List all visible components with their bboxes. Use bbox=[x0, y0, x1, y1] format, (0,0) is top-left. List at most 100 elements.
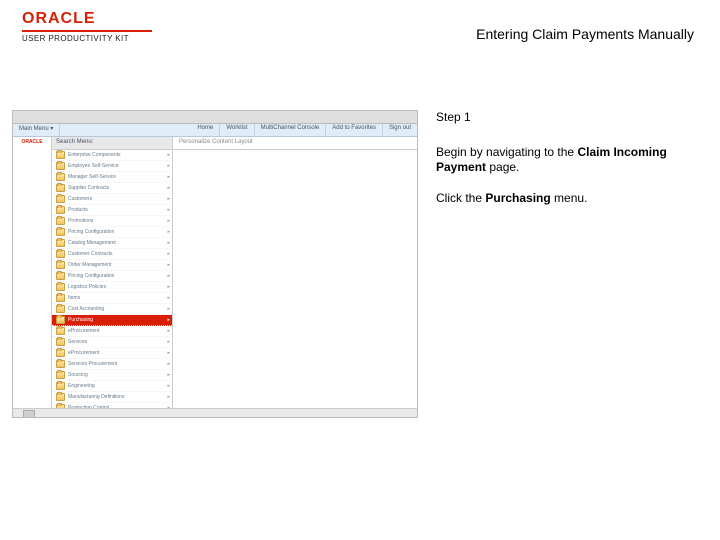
nav-item-label: Enterprise Components bbox=[68, 151, 121, 160]
nav-item[interactable]: Supplier Contracts ▸ bbox=[52, 183, 172, 194]
folder-icon bbox=[56, 162, 65, 170]
nav-item[interactable]: Promotions▸ bbox=[52, 216, 172, 227]
nav-item[interactable]: eProcurement ▸ bbox=[52, 348, 172, 359]
oracle-logo: ORACLE USER PRODUCTIVITY KIT bbox=[22, 10, 152, 43]
nav-item-label: Manager Self-Service bbox=[68, 173, 116, 182]
nav-item[interactable]: Catalog Management▸ bbox=[52, 238, 172, 249]
nav-item[interactable]: Pricing Configuration▸ bbox=[52, 227, 172, 238]
nav-item[interactable]: Customers▸ bbox=[52, 194, 172, 205]
nav-item-label: Logistics Policies bbox=[68, 283, 106, 292]
folder-icon bbox=[56, 338, 65, 346]
folder-icon bbox=[56, 173, 65, 181]
nav-item-label: Sourcing bbox=[68, 371, 88, 380]
nav-item-purchasing[interactable]: Purchasing ▸ bbox=[52, 315, 172, 326]
chevron-right-icon: ▸ bbox=[167, 371, 170, 380]
folder-icon bbox=[56, 283, 65, 291]
folder-icon bbox=[56, 382, 65, 390]
chevron-right-icon: ▸ bbox=[167, 393, 170, 402]
chevron-right-icon: ▸ bbox=[167, 316, 170, 325]
content-area: Main Menu ▾ HomeWorklistMultiChannel Con… bbox=[12, 110, 696, 418]
folder-icon bbox=[56, 349, 65, 357]
nav-menu: Search Menu: Enterprise Components▸Emplo… bbox=[52, 137, 173, 418]
nav-item-label: Catalog Management bbox=[68, 239, 116, 248]
scrollbar-thumb[interactable] bbox=[23, 410, 35, 418]
folder-icon bbox=[56, 316, 65, 324]
folder-icon bbox=[56, 217, 65, 225]
chevron-right-icon: ▸ bbox=[167, 272, 170, 281]
nav-item[interactable]: Cost Accounting ▸ bbox=[52, 304, 172, 315]
nav-item-label: Purchasing bbox=[68, 316, 93, 325]
nav-item-label: Services Procurement bbox=[68, 360, 117, 369]
upk-subtext: USER PRODUCTIVITY KIT bbox=[22, 34, 152, 43]
chevron-right-icon: ▸ bbox=[167, 261, 170, 270]
logo-underline bbox=[22, 30, 152, 32]
nav-item[interactable]: Items ▸ bbox=[52, 293, 172, 304]
folder-icon bbox=[56, 327, 65, 335]
chevron-right-icon: ▸ bbox=[167, 162, 170, 171]
chevron-right-icon: ▸ bbox=[167, 349, 170, 358]
main-panel-header: Personalize Content Layout bbox=[173, 137, 417, 150]
nav-item-label: Supplier Contracts bbox=[68, 184, 109, 193]
top-tab[interactable]: MultiChannel Console bbox=[255, 124, 327, 136]
folder-icon bbox=[56, 239, 65, 247]
chevron-right-icon: ▸ bbox=[167, 250, 170, 259]
folder-icon bbox=[56, 305, 65, 313]
folder-icon bbox=[56, 393, 65, 401]
nav-item[interactable]: Customer Contracts▸ bbox=[52, 249, 172, 260]
chevron-right-icon: ▸ bbox=[167, 206, 170, 215]
top-tab[interactable]: Worklist bbox=[220, 124, 254, 136]
nav-search-label: Search Menu: bbox=[52, 137, 172, 150]
top-tab[interactable]: Add to Favorites bbox=[326, 124, 383, 136]
nav-item[interactable]: Order Management▸ bbox=[52, 260, 172, 271]
folder-icon bbox=[56, 371, 65, 379]
app-screenshot: Main Menu ▾ HomeWorklistMultiChannel Con… bbox=[12, 110, 418, 418]
nav-item-label: Services bbox=[68, 338, 87, 347]
folder-icon bbox=[56, 184, 65, 192]
chevron-right-icon: ▸ bbox=[167, 151, 170, 160]
folder-icon bbox=[56, 294, 65, 302]
folder-icon bbox=[56, 206, 65, 214]
instruction-line-2: Click the Purchasing menu. bbox=[436, 191, 696, 206]
chevron-right-icon: ▸ bbox=[167, 294, 170, 303]
nav-item[interactable]: Sourcing ▸ bbox=[52, 370, 172, 381]
nav-item[interactable]: Products▸ bbox=[52, 205, 172, 216]
instruction-line-1: Begin by navigating to the Claim Incomin… bbox=[436, 145, 696, 175]
app-topbar: Main Menu ▾ HomeWorklistMultiChannel Con… bbox=[13, 124, 417, 137]
folder-icon bbox=[56, 250, 65, 258]
page-title: Entering Claim Payments Manually bbox=[476, 26, 694, 42]
nav-item[interactable]: Enterprise Components ▸ bbox=[52, 150, 172, 161]
nav-item[interactable]: Manager Self-Service▸ bbox=[52, 172, 172, 183]
nav-item[interactable]: Manufacturing Definitions ▸ bbox=[52, 392, 172, 403]
folder-icon bbox=[56, 228, 65, 236]
horizontal-scrollbar[interactable] bbox=[13, 408, 417, 417]
main-menu-dropdown[interactable]: Main Menu ▾ bbox=[13, 124, 60, 136]
nav-item[interactable]: Engineering▸ bbox=[52, 381, 172, 392]
nav-item-label: Engineering bbox=[68, 382, 95, 391]
nav-item-label: eProcurement bbox=[68, 349, 99, 358]
folder-icon bbox=[56, 360, 65, 368]
chevron-right-icon: ▸ bbox=[167, 184, 170, 193]
nav-item[interactable]: Services Procurement ▸ bbox=[52, 359, 172, 370]
nav-item-label: Manufacturing Definitions bbox=[68, 393, 124, 402]
instruction-panel: Step 1 Begin by navigating to the Claim … bbox=[436, 110, 696, 418]
nav-item[interactable]: Services▸ bbox=[52, 337, 172, 348]
nav-item-label: eProcurement bbox=[68, 327, 99, 336]
top-tab[interactable]: Home bbox=[191, 124, 220, 136]
nav-item-label: Promotions bbox=[68, 217, 93, 226]
signout-link[interactable]: Sign out bbox=[383, 124, 417, 136]
main-panel: Personalize Content Layout bbox=[173, 137, 417, 418]
folder-icon bbox=[56, 261, 65, 269]
nav-item-label: Cost Accounting bbox=[68, 305, 104, 314]
oracle-logo-text: ORACLE bbox=[22, 10, 152, 28]
nav-item[interactable]: Employee Self-Service▸ bbox=[52, 161, 172, 172]
nav-item-label: Items bbox=[68, 294, 80, 303]
nav-item[interactable]: Pricing Configuration▸ bbox=[52, 271, 172, 282]
chevron-right-icon: ▸ bbox=[167, 305, 170, 314]
top-tabs: HomeWorklistMultiChannel ConsoleAdd to F… bbox=[191, 124, 383, 136]
header-area: ORACLE USER PRODUCTIVITY KIT Entering Cl… bbox=[0, 0, 720, 60]
nav-item[interactable]: eProcurement▸ bbox=[52, 326, 172, 337]
chevron-right-icon: ▸ bbox=[167, 360, 170, 369]
nav-item[interactable]: Logistics Policies▸ bbox=[52, 282, 172, 293]
nav-item-label: Pricing Configuration bbox=[68, 228, 114, 237]
folder-icon bbox=[56, 151, 65, 159]
